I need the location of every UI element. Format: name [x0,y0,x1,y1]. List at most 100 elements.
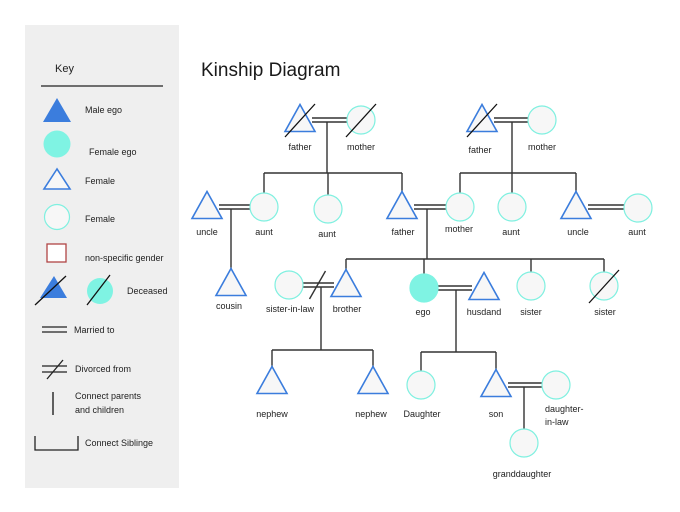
legend-label: Married to [74,325,115,335]
male-symbol [479,367,513,398]
person-ego[interactable]: ego [409,273,439,317]
legend-item-siblings: Connect Siblinge [34,436,153,451]
person-dil[interactable]: daughter-in-law [541,370,584,427]
person-label: mother [528,142,556,152]
person-pgm[interactable]: mother [345,103,377,152]
person-label: nephew [355,409,387,419]
person-label: brother [333,304,362,314]
person-aunt1[interactable]: aunt [249,192,279,237]
person-label: aunt [255,227,273,237]
legend-label: Female [85,176,115,186]
female-icon [43,203,71,231]
person-label: sister [594,307,616,317]
person-label: Daughter [403,409,440,419]
male-symbol [255,364,289,395]
person-mgm[interactable]: mother [527,105,557,152]
person-mgf[interactable]: father [465,102,499,155]
person-granddaughter[interactable]: granddaughter [493,428,552,479]
person-label: daughter- [545,404,584,414]
legend-heading: Key [55,63,74,75]
female-symbol [516,271,546,301]
legend-label: Male ego [85,105,122,115]
person-uncle2[interactable]: uncle [559,189,593,238]
person-sil[interactable]: sister-in-law [266,270,315,314]
person-label: sister [520,307,542,317]
person-father[interactable]: father [385,189,419,238]
nonspecific-gender-icon [46,243,67,263]
legend-item-male: Female [42,167,115,190]
legend-label: Connect parents [75,391,142,401]
person-husband[interactable]: husdand [467,270,502,318]
male-symbol [467,270,501,301]
male-symbol [190,189,224,220]
person-label: husdand [467,307,502,317]
female-symbol [509,428,539,458]
female-symbol [249,192,279,222]
female-symbol [623,193,653,223]
person-mother[interactable]: mother [445,192,475,234]
person-label: granddaughter [493,469,552,479]
person-label: aunt [502,227,520,237]
person-son[interactable]: son [479,367,513,420]
male-ego-icon [43,98,71,122]
legend-item-parent-child: Connect parents and children [52,391,142,415]
person-label: uncle [196,227,218,237]
person-label: mother [445,224,473,234]
legend-label: Female [85,214,115,224]
person-label: cousin [216,301,242,311]
male-symbol [385,189,419,220]
divorce-slash [308,270,327,300]
male-symbol [329,267,363,298]
person-aunt3[interactable]: aunt [497,192,527,237]
male-symbol [356,364,390,395]
female-symbol [409,273,439,303]
person-sister2[interactable]: sister [588,269,620,317]
person-label: son [489,409,504,419]
person-daughter[interactable]: Daughter [403,370,441,419]
legend-label: Female ego [89,147,137,157]
legend: Key Male ego Female ego Female Female non-spe… [34,63,168,451]
person-pgf[interactable]: father [283,102,317,152]
siblings-icon [34,436,79,451]
person-label: mother [347,142,375,152]
female-symbol [497,192,527,222]
legend-label: Deceased [127,286,168,296]
legend-label: and children [75,405,124,415]
legend-label: Connect Siblinge [85,438,153,448]
person-label: father [391,227,414,237]
female-symbol [445,192,475,222]
female-symbol [274,270,304,300]
person-sister1[interactable]: sister [516,271,546,317]
person-aunt2[interactable]: aunt [313,194,343,239]
person-label: nephew [256,409,288,419]
male-symbol [214,266,248,297]
male-icon [42,167,72,190]
female-symbol [406,370,436,400]
legend-item-male-ego: Male ego [43,98,122,122]
person-label: in-law [545,417,569,427]
kinship-diagram: Kinship Diagram Key Male ego Female ego Fem… [34,60,653,479]
person-aunt4[interactable]: aunt [623,193,653,237]
person-uncle1[interactable]: uncle [190,189,224,238]
person-brother[interactable]: brother [329,267,363,315]
person-nephew1[interactable]: nephew [255,364,289,420]
person-label: father [468,145,491,155]
person-label: aunt [318,229,336,239]
legend-label: Divorced from [75,364,131,374]
divorced-slash-icon [46,359,64,380]
female-symbol [313,194,343,224]
person-cousin[interactable]: cousin [214,266,248,312]
diagram-title: Kinship Diagram [201,60,340,81]
legend-item-female-ego: Female ego [43,130,137,158]
person-label: ego [415,307,430,317]
legend-item-deceased: Deceased [34,274,168,306]
female-ego-icon [43,130,71,158]
person-label: uncle [567,227,589,237]
people-nodes: father mother father mother uncle aunt aunt fat… [190,102,653,479]
legend-item-female: Female [43,203,115,231]
legend-item-nonspecific: non-specific gender [46,243,164,263]
person-label: sister-in-law [266,304,315,314]
female-symbol [541,370,571,400]
person-nephew2[interactable]: nephew [355,364,390,420]
legend-item-married: Married to [42,325,115,335]
